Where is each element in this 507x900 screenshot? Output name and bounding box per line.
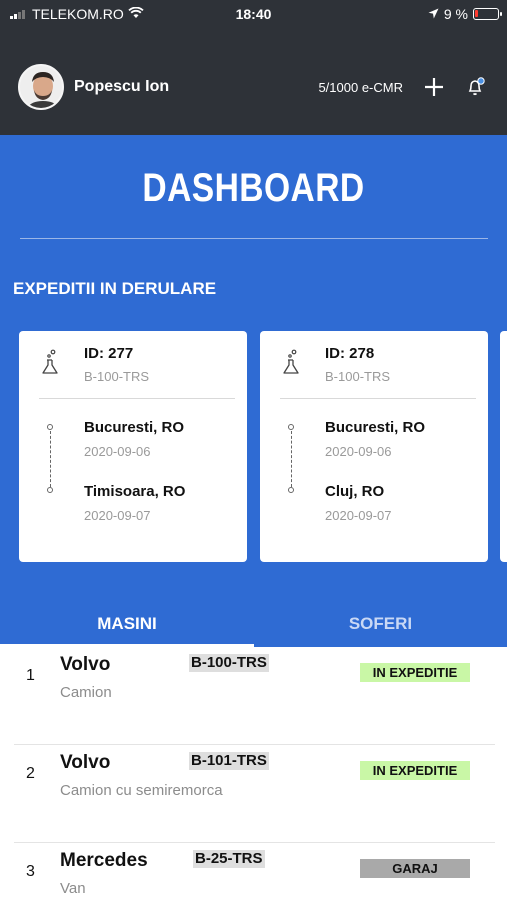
route-line-icon (45, 424, 55, 494)
route-line-icon (286, 424, 296, 494)
vehicle-row[interactable]: 3 Mercedes Van B-25-TRS GARAJ (14, 843, 495, 900)
origin-city: Bucuresti, RO (84, 419, 185, 436)
battery-percent: 9 % (443, 6, 468, 22)
title-divider (20, 238, 488, 239)
row-index: 1 (26, 667, 35, 684)
status-badge: IN EXPEDITIE (360, 761, 470, 780)
shipment-plate: B-100-TRS (84, 369, 150, 384)
tab-soferi[interactable]: SOFERI (254, 614, 507, 638)
row-index: 2 (26, 765, 35, 782)
flask-icon (41, 349, 59, 380)
ecmr-quota: 5/1000 e-CMR (318, 79, 403, 95)
destination-date: 2020-09-07 (84, 508, 151, 523)
location-arrow-icon (428, 6, 439, 22)
vehicle-plate: B-101-TRS (189, 752, 269, 770)
vehicle-plate: B-25-TRS (193, 850, 265, 868)
card-divider (280, 398, 476, 399)
avatar[interactable] (18, 64, 64, 110)
origin-date: 2020-09-06 (325, 444, 392, 459)
vehicle-make: Mercedes (60, 850, 148, 871)
row-index: 3 (26, 863, 35, 880)
destination-date: 2020-09-07 (325, 508, 392, 523)
status-badge: IN EXPEDITIE (360, 663, 470, 682)
origin-city: Bucuresti, RO (325, 419, 426, 436)
status-badge: GARAJ (360, 859, 470, 878)
shipment-plate: B-100-TRS (325, 369, 391, 384)
app-header: Popescu Ion 5/1000 e-CMR (18, 62, 487, 112)
tab-masini[interactable]: MASINI (0, 614, 254, 638)
section-label-ongoing-shipments: EXPEDITII IN DERULARE (13, 279, 217, 298)
plus-icon[interactable] (423, 76, 445, 98)
vehicle-make: Volvo (60, 752, 111, 773)
vehicle-type: Camion (60, 684, 112, 701)
vehicle-make: Volvo (60, 654, 111, 675)
shipment-card-next-peek[interactable] (500, 331, 507, 562)
origin-date: 2020-09-06 (84, 444, 151, 459)
shipment-id: ID: 277 (84, 345, 134, 362)
user-name: Popescu Ion (74, 78, 170, 95)
bell-icon[interactable] (465, 76, 487, 98)
shipment-id: ID: 278 (325, 345, 375, 362)
flask-icon (282, 349, 300, 380)
page-title: DASHBOARD (142, 166, 365, 210)
destination-city: Cluj, RO (325, 483, 385, 500)
vehicle-row[interactable]: 2 Volvo Camion cu semiremorca B-101-TRS … (14, 745, 495, 843)
shipment-card[interactable]: ID: 278 B-100-TRS Bucuresti, RO 2020-09-… (260, 331, 488, 562)
top-bar: TELEKOM.RO 18:40 9 % Popescu Ion 5/1000 … (0, 0, 507, 135)
card-divider (39, 398, 235, 399)
vehicle-plate: B-100-TRS (189, 654, 269, 672)
battery-icon (473, 8, 502, 20)
shipment-card[interactable]: ID: 277 B-100-TRS Bucuresti, RO 2020-09-… (19, 331, 247, 562)
vehicle-type: Van (60, 880, 86, 897)
vehicle-type: Camion cu semiremorca (60, 782, 223, 799)
vehicle-row[interactable]: 1 Volvo Camion B-100-TRS IN EXPEDITIE (14, 647, 495, 745)
status-bar: TELEKOM.RO 18:40 9 % (0, 0, 507, 30)
destination-city: Timisoara, RO (84, 483, 186, 500)
